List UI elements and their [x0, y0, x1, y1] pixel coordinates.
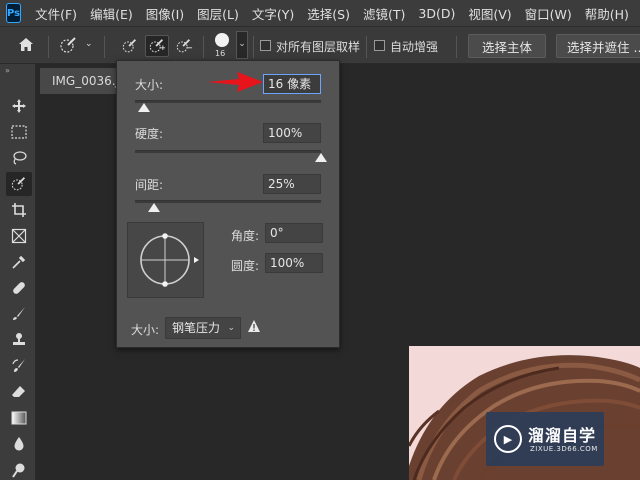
spacing-input[interactable]: 25%	[263, 174, 321, 194]
play-logo-icon: ▶	[494, 425, 522, 453]
gradient-icon	[11, 411, 27, 425]
eraser-icon	[12, 386, 25, 397]
stamp-icon	[13, 333, 25, 345]
sample-all-layers-checkbox[interactable]	[260, 40, 271, 51]
quick-selection-icon	[122, 39, 137, 53]
roundness-input[interactable]: 100%	[265, 253, 323, 273]
lasso-tool[interactable]	[6, 146, 32, 170]
quick-selection-subtract-icon	[176, 39, 193, 53]
chevron-down-icon: ⌄	[227, 323, 235, 333]
menu-filter[interactable]: 滤镜(T)	[363, 4, 405, 23]
quick-selection-tool[interactable]	[6, 172, 32, 196]
collapse-icon[interactable]: »	[5, 66, 10, 75]
menu-image[interactable]: 图像(I)	[146, 4, 184, 23]
menu-edit[interactable]: 编辑(E)	[90, 4, 133, 23]
eyedropper-icon	[12, 255, 26, 269]
sample-all-layers-label: 对所有图层取样	[276, 40, 361, 54]
size-control-value: 钢笔压力	[172, 321, 221, 335]
watermark-url: ZIXUE.3D66.COM	[530, 445, 598, 453]
home-icon[interactable]	[18, 37, 34, 56]
spacing-label: 间距:	[135, 178, 164, 192]
brush-tip-preview	[215, 33, 229, 47]
history-brush-icon	[12, 359, 25, 372]
auto-enhance-label: 自动增强	[390, 40, 439, 54]
gradient-tool[interactable]	[6, 406, 32, 430]
menu-view[interactable]: 视图(V)	[468, 4, 511, 23]
size-control-label: 大小:	[131, 323, 160, 337]
history-brush-tool[interactable]	[6, 354, 32, 378]
bandage-icon	[13, 282, 25, 294]
menu-3d[interactable]: 3D(D)	[418, 6, 455, 21]
dodge-tool[interactable]	[6, 458, 32, 480]
hardness-slider-thumb[interactable]	[315, 153, 327, 162]
clone-stamp-tool[interactable]	[6, 328, 32, 352]
blur-tool[interactable]	[6, 432, 32, 456]
quick-selection-add-icon	[149, 39, 166, 53]
crop-tool[interactable]	[6, 198, 32, 222]
menu-select[interactable]: 选择(S)	[307, 4, 350, 23]
add-to-selection-button[interactable]	[145, 35, 169, 57]
size-control-select[interactable]: 钢笔压力 ⌄	[165, 317, 241, 339]
move-icon	[12, 99, 26, 113]
watermark-badge: ▶ 溜溜自学 ZIXUE.3D66.COM	[486, 412, 604, 466]
marquee-icon	[11, 125, 27, 139]
eraser-tool[interactable]	[6, 380, 32, 404]
healing-brush-tool[interactable]	[6, 276, 32, 300]
menu-type[interactable]: 文字(Y)	[252, 4, 294, 23]
select-subject-button[interactable]: 选择主体	[468, 34, 546, 58]
auto-enhance-checkbox[interactable]	[374, 40, 385, 51]
hardness-input[interactable]: 100%	[263, 123, 321, 143]
hardness-slider-track[interactable]	[135, 150, 321, 153]
brush-size-label: 16	[215, 49, 226, 58]
watermark-title: 溜溜自学	[528, 426, 597, 445]
size-input[interactable]: 16 像素	[263, 74, 321, 94]
new-selection-button[interactable]	[118, 35, 142, 57]
chevron-down-icon[interactable]: ⌄	[85, 39, 93, 49]
red-arrow-icon	[205, 70, 265, 94]
lasso-icon	[13, 151, 27, 165]
roundness-label: 圆度:	[231, 259, 260, 273]
photoshop-logo: Ps	[6, 3, 22, 23]
droplet-icon	[14, 437, 24, 451]
angle-input[interactable]: 0°	[265, 223, 323, 243]
brush-picker-dropdown[interactable]: ⌄	[236, 31, 248, 59]
tool-preset-picker-icon[interactable]	[58, 37, 78, 57]
tools-panel: »	[0, 64, 36, 480]
brush-icon	[13, 307, 25, 320]
options-bar: ⌄ 16 ⌄ 对所有图层取样 自动增强 选择主体 选择并遮住 ...	[0, 26, 640, 64]
angle-roundness-icon	[140, 233, 199, 287]
menu-window[interactable]: 窗口(W)	[525, 4, 572, 23]
frame-tool[interactable]	[6, 224, 32, 248]
brush-picker[interactable]: 16	[211, 31, 233, 61]
move-tool[interactable]	[6, 94, 32, 118]
quick-selection-icon	[11, 177, 26, 191]
frame-icon	[11, 228, 27, 244]
menu-help[interactable]: 帮助(H)	[585, 4, 629, 23]
brush-settings-popup: 大小: 16 像素 硬度: 100% 间距: 25% 角度: 0° 圆度: 10…	[116, 60, 340, 348]
spacing-slider-track[interactable]	[135, 200, 321, 203]
brush-tool[interactable]	[6, 302, 32, 326]
hardness-label: 硬度:	[135, 127, 164, 141]
menu-bar: Ps 文件(F) 编辑(E) 图像(I) 图层(L) 文字(Y) 选择(S) 滤…	[0, 0, 640, 26]
size-slider-thumb[interactable]	[138, 103, 151, 112]
size-slider-track[interactable]	[135, 100, 321, 103]
spacing-slider-thumb[interactable]	[147, 203, 160, 212]
select-and-mask-button[interactable]: 选择并遮住 ...	[556, 34, 640, 58]
angle-label: 角度:	[231, 229, 260, 243]
warning-icon	[247, 319, 261, 333]
marquee-tool[interactable]	[6, 120, 32, 144]
menu-file[interactable]: 文件(F)	[35, 4, 77, 23]
dodge-icon	[12, 463, 25, 478]
brush-angle-preview[interactable]	[127, 222, 204, 298]
crop-icon	[12, 203, 26, 217]
subtract-from-selection-button[interactable]	[172, 35, 196, 57]
eyedropper-tool[interactable]	[6, 250, 32, 274]
menu-layer[interactable]: 图层(L)	[197, 4, 239, 23]
size-label: 大小:	[135, 78, 164, 92]
